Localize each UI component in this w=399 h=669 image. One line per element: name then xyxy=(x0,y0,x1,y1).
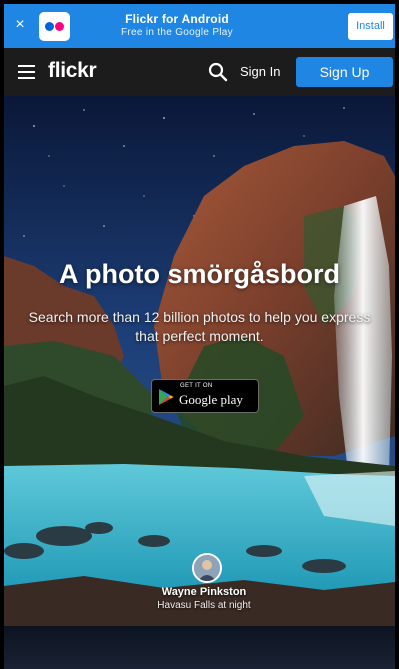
flickr-logo[interactable]: flickr xyxy=(48,59,97,83)
next-section-preview xyxy=(4,626,395,669)
hero-title: A photo smörgåsbord xyxy=(59,259,340,289)
install-button[interactable]: Install xyxy=(348,13,393,40)
sign-in-link[interactable]: Sign In xyxy=(240,63,280,81)
sign-up-button[interactable]: Sign Up xyxy=(296,57,393,87)
menu-icon[interactable] xyxy=(18,65,35,79)
badge-store-name: Google play xyxy=(179,392,243,407)
photo-credit-place: Havasu Falls at night xyxy=(157,600,251,611)
banner-subtitle: Free in the Google Play xyxy=(121,27,233,38)
hero-section: A photo smörgåsbord Search more than 12 … xyxy=(4,96,395,626)
flickr-pink-dot xyxy=(55,22,64,31)
hero-background-photo xyxy=(4,96,395,626)
badge-small-text: GET IT ON xyxy=(180,383,213,389)
site-header: flickr Sign In Sign Up xyxy=(4,48,395,96)
hero-subtitle: Search more than 12 billion photos to he… xyxy=(28,309,371,344)
photo-credit-name[interactable]: Wayne Pinkston xyxy=(4,586,395,599)
google-play-badge[interactable]: GET IT ON Google play xyxy=(151,379,259,413)
flickr-blue-dot xyxy=(45,22,54,31)
avatar-photo xyxy=(194,555,220,581)
close-icon[interactable]: × xyxy=(12,15,28,35)
search-icon[interactable] xyxy=(208,62,228,82)
app-install-banner: × Flickr for Android Free in the Google … xyxy=(4,4,395,48)
google-play-icon xyxy=(159,389,174,405)
avatar[interactable] xyxy=(192,553,222,583)
flickr-app-icon xyxy=(39,12,70,41)
banner-app-name: Flickr for Android xyxy=(125,12,229,26)
banner-titles: Flickr for Android Free in the Google Pl… xyxy=(82,12,272,39)
